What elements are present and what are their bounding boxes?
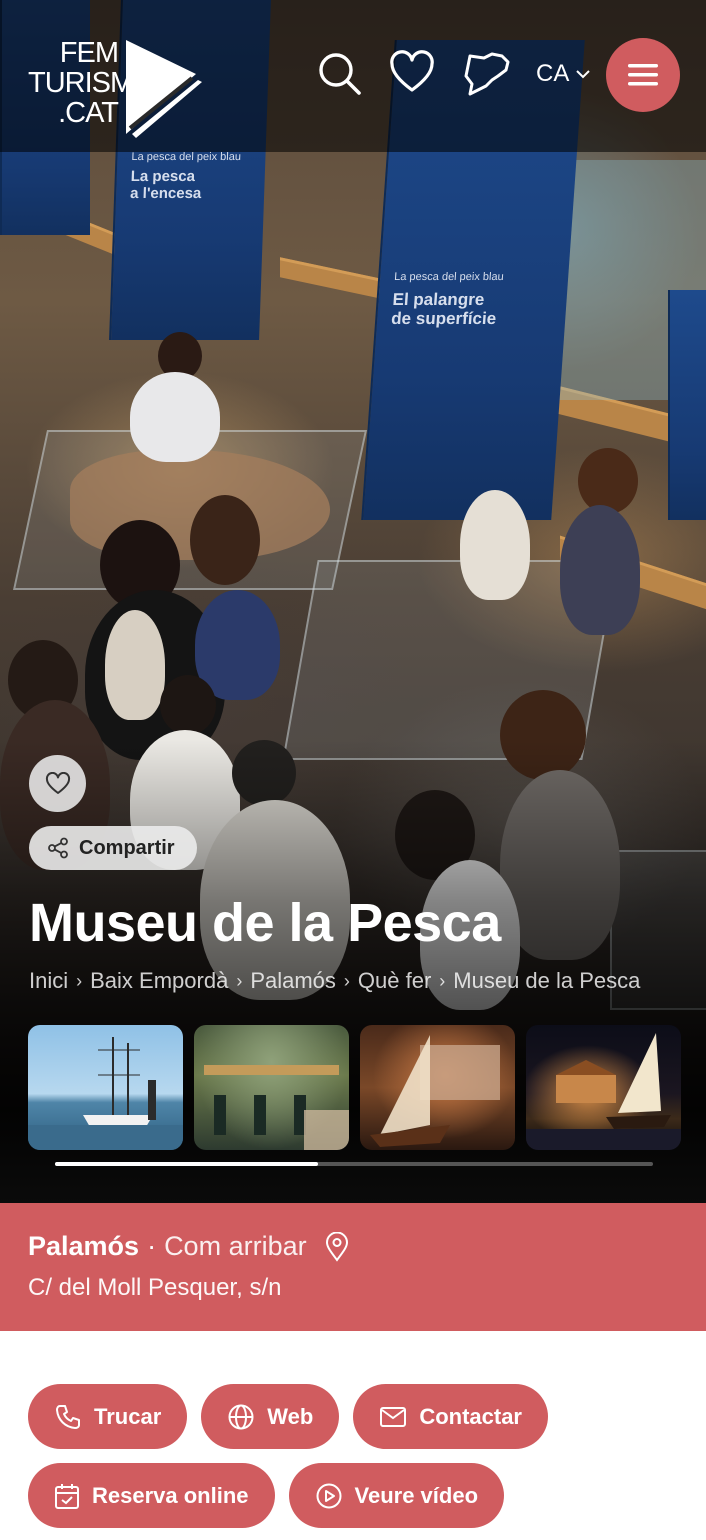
visitor [190, 495, 260, 585]
online-booking-label: Reserva online [92, 1482, 249, 1508]
banner-text: a l'encesa [129, 185, 202, 202]
location-town: Palamós [28, 1231, 140, 1261]
contact-label: Contactar [419, 1403, 522, 1429]
gallery-thumbnail[interactable] [360, 1025, 515, 1150]
visitor [560, 505, 640, 635]
hero-image: La pesca del peix blau La pesca a l'ence… [0, 0, 706, 1203]
page-title: Museu de la Pesca [29, 893, 501, 953]
banner-text: La pesca del peix blau [393, 271, 505, 283]
exhibition-banner [668, 290, 706, 520]
phone-icon [56, 1404, 80, 1429]
site-logo[interactable]: FEM TURISME .CAT [28, 38, 203, 138]
chevron-down-icon [576, 70, 591, 79]
breadcrumb-separator: › [343, 970, 350, 991]
watch-video-label: Veure vídeo [354, 1482, 479, 1508]
directions-link[interactable]: Com arribar [164, 1231, 307, 1262]
breadcrumb: Inici › Baix Empordà › Palamós › Què fer… [29, 968, 640, 994]
visitor [460, 490, 530, 600]
location-bar: Palamós · Com arribar C/ del Moll Pesque… [0, 1203, 706, 1331]
logo-line: TURISME [28, 67, 153, 99]
logo-line: FEM [59, 37, 119, 69]
visitor-bag [105, 610, 165, 720]
banner-text: de superfície [390, 309, 497, 328]
web-button[interactable]: Web [201, 1384, 340, 1449]
visitor [160, 675, 216, 735]
call-label: Trucar [94, 1403, 162, 1429]
action-buttons: Trucar Web Contactar Reserva online Veur… [28, 1384, 688, 1528]
breadcrumb-separator: › [76, 970, 83, 991]
play-circle-icon [316, 1483, 342, 1508]
banner-text: La pesca del peix blau [131, 151, 242, 163]
gallery-thumbnail[interactable] [526, 1025, 681, 1150]
gallery-scrollbar[interactable] [55, 1162, 653, 1166]
logo-triangle-icon [126, 40, 202, 138]
location-line: Palamós · Com arribar [28, 1231, 678, 1262]
breadcrumb-separator: › [439, 970, 446, 991]
call-button[interactable]: Trucar [28, 1384, 188, 1449]
visitor [578, 448, 638, 514]
location-address: C/ del Moll Pesquer, s/n [28, 1274, 282, 1301]
menu-button[interactable] [606, 38, 680, 112]
language-label: CA [536, 60, 570, 87]
online-booking-button[interactable]: Reserva online [28, 1463, 275, 1528]
calendar-check-icon [55, 1483, 79, 1509]
logo-line: .CAT [58, 97, 119, 129]
breadcrumb-item-region[interactable]: Baix Empordà [90, 968, 228, 994]
breadcrumb-item-town[interactable]: Palamós [250, 968, 336, 994]
share-button[interactable]: Compartir [29, 826, 197, 870]
museum-interior-image [204, 1065, 349, 1150]
gallery-thumbnail[interactable] [28, 1025, 183, 1150]
sailing-ship-image [28, 1037, 183, 1150]
heart-icon[interactable] [389, 50, 435, 96]
logo-wordmark: FEM TURISME .CAT [28, 37, 153, 129]
contact-button[interactable]: Contactar [353, 1384, 548, 1449]
breadcrumb-item-current: Museu de la Pesca [453, 968, 641, 993]
share-icon [48, 837, 68, 859]
map-pin-icon[interactable] [325, 1231, 349, 1262]
breadcrumb-item-category[interactable]: Què fer [358, 968, 431, 994]
visitor [130, 372, 220, 462]
heart-icon [45, 771, 70, 794]
breadcrumb-separator: › [236, 970, 243, 991]
mail-icon [380, 1406, 407, 1427]
language-selector[interactable]: CA [536, 60, 591, 88]
hamburger-menu-icon [628, 64, 658, 86]
banner-text: La pesca [130, 168, 196, 185]
share-label: Compartir [79, 836, 175, 859]
globe-icon [228, 1404, 254, 1429]
watch-video-button[interactable]: Veure vídeo [288, 1463, 505, 1528]
search-icon[interactable] [316, 50, 362, 96]
banner-text: El palangre [391, 290, 485, 309]
museum-boat-image [370, 1035, 500, 1147]
separator-dot: · [147, 1231, 157, 1261]
web-label: Web [267, 1403, 314, 1429]
gallery-scrollbar-thumb[interactable] [55, 1162, 318, 1166]
night-boat-image [526, 1033, 681, 1150]
breadcrumb-item-home[interactable]: Inici [29, 968, 68, 994]
catalonia-map-icon[interactable] [462, 50, 512, 96]
photo-gallery[interactable] [28, 1025, 706, 1150]
gallery-thumbnail[interactable] [194, 1025, 349, 1150]
favorite-button[interactable] [29, 755, 86, 812]
